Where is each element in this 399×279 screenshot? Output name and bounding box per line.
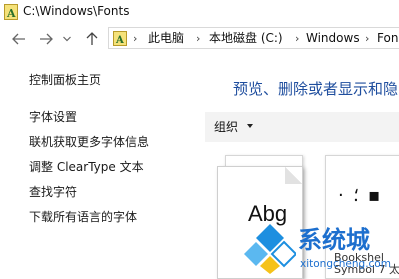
watermark: 系统城 xitongcheng.com (244, 218, 399, 277)
up-button[interactable] (83, 29, 101, 49)
font-sample-text: · ⸵ ▪ (338, 185, 383, 206)
get-font-info-online-link[interactable]: 联机获取更多字体信息 (29, 135, 149, 150)
breadcrumb-separator: › (365, 32, 370, 45)
recent-locations-button[interactable] (61, 29, 73, 49)
breadcrumb-separator: › (133, 32, 138, 45)
find-character-link[interactable]: 查找字符 (29, 185, 77, 200)
forward-button[interactable] (37, 29, 55, 49)
breadcrumb-local-disk[interactable]: 本地磁盘 (C:) (209, 31, 283, 46)
watermark-logo-icon (244, 224, 296, 274)
arrow-right-icon (40, 33, 53, 45)
breadcrumb-separator: › (196, 32, 201, 45)
arrow-up-icon (86, 32, 98, 45)
fonts-folder-icon: A (113, 31, 127, 46)
chevron-down-icon[interactable] (247, 124, 253, 128)
window-title: C:\Windows\Fonts (23, 4, 130, 18)
page-fold-icon (285, 167, 302, 184)
chevron-down-icon (63, 36, 71, 42)
download-fonts-all-languages-link[interactable]: 下载所有语言的字体 (29, 210, 137, 225)
back-button[interactable] (10, 29, 28, 49)
breadcrumb-windows[interactable]: Windows (306, 31, 360, 46)
watermark-url: xitongcheng.com (300, 258, 391, 270)
control-panel-home-link[interactable]: 控制面板主页 (29, 73, 101, 88)
fonts-folder-icon: A (4, 4, 18, 20)
command-toolbar: 组织 (205, 112, 399, 142)
font-settings-link[interactable]: 字体设置 (29, 110, 77, 125)
breadcrumb-fonts[interactable]: Fon (377, 31, 398, 46)
title-bar: A C:\Windows\Fonts (0, 0, 399, 24)
svg-text:A: A (6, 7, 16, 20)
left-pane: 控制面板主页 字体设置 联机获取更多字体信息 调整 ClearType 文本 查… (0, 52, 205, 277)
arrow-left-icon (12, 33, 25, 45)
svg-text:A: A (115, 35, 124, 46)
breadcrumb-separator: › (295, 32, 300, 45)
page-heading: 预览、删除或者显示和隐 (233, 80, 399, 98)
address-bar[interactable]: A › 此电脑 › 本地磁盘 (C:) › Windows › Fon (108, 27, 399, 49)
watermark-brand: 系统城 (298, 226, 370, 254)
adjust-cleartype-link[interactable]: 调整 ClearType 文本 (29, 160, 144, 175)
navigation-bar: A › 此电脑 › 本地磁盘 (C:) › Windows › Fon (0, 26, 399, 52)
breadcrumb-this-pc[interactable]: 此电脑 (148, 31, 184, 46)
organize-button[interactable]: 组织 (214, 120, 238, 135)
